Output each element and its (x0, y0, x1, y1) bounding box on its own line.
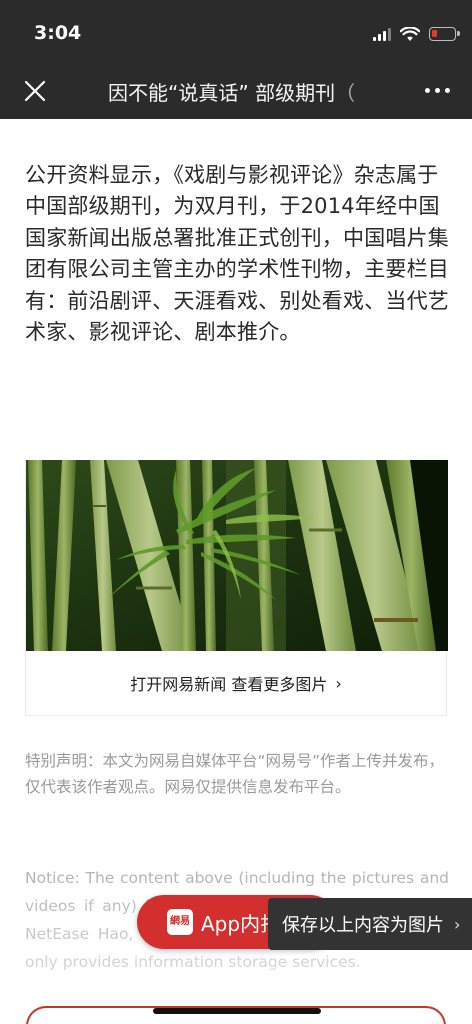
article-paragraph: 公开资料显示，《戏剧与影视评论》杂志属于中国部级期刊，为双月刊，于2014年经中… (25, 163, 449, 345)
wifi-icon (400, 26, 420, 41)
special-statement: 特别声明：本文为网易自媒体平台“网易号”作者上传并发布，仅代表该作者观点。网易仅… (25, 752, 445, 796)
chevron-right-icon: › (335, 673, 342, 693)
image-card[interactable]: 打开网易新闻 查看更多图片 › (25, 460, 448, 716)
status-time: 3:04 (34, 22, 82, 44)
open-app-more-images-link[interactable]: 打开网易新闻 查看更多图片 › (26, 651, 446, 715)
top-bar: 3:04 因不能“说真话” 部级期刊（ (0, 0, 472, 119)
screen: 3:04 因不能“说真话” 部级期刊（ 公开资料显示，《戏剧与影视评论》杂志属于… (0, 0, 472, 1024)
chevron-right-icon: › (454, 914, 461, 934)
cellular-signal-icon (373, 27, 391, 41)
home-indicator[interactable] (153, 1008, 321, 1014)
image-caption-text: 打开网易新闻 查看更多图片 (130, 675, 328, 694)
save-as-image-button[interactable]: 保存以上内容为图片 › (268, 898, 472, 950)
close-icon[interactable] (22, 78, 48, 104)
nav-bar: 因不能“说真话” 部级期刊（ (0, 64, 472, 119)
more-dots-icon[interactable] (425, 88, 450, 93)
netease-logo-icon: 網易 (167, 909, 193, 935)
save-as-image-label: 保存以上内容为图片 (282, 915, 444, 936)
bamboo-photo[interactable] (26, 460, 448, 651)
page-title: 因不能“说真话” 部级期刊（ (108, 81, 356, 105)
battery-icon (429, 27, 460, 41)
status-icons (373, 24, 460, 44)
